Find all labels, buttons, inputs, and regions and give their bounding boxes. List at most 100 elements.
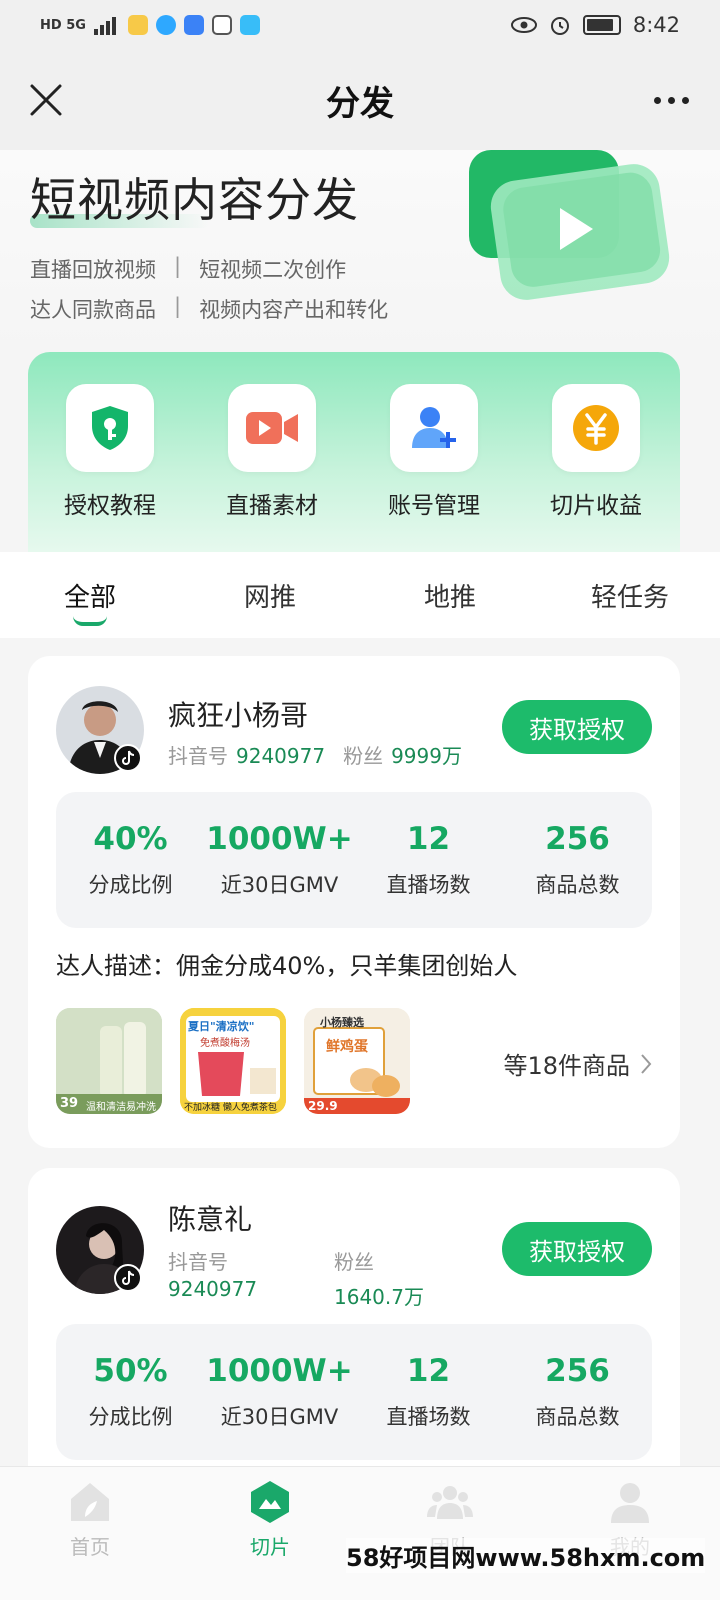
close-icon (30, 84, 62, 116)
stat-label: 分成比例 (88, 1405, 173, 1429)
category-tabs: 全部 网推 地推 轻任务 (0, 552, 720, 638)
tab-label: 轻任务 (590, 582, 669, 613)
product-brand: 小杨臻选 (320, 1016, 364, 1029)
bottom-navigation: 首页 切片 团队 我的 (0, 1466, 720, 1600)
quick-action-live-material[interactable]: 直播素材 (212, 384, 332, 520)
get-authorization-button[interactable]: 获取授权 (502, 1222, 652, 1276)
profile-icon (611, 1483, 649, 1523)
chevron-right-icon (641, 1053, 652, 1074)
watermark-text: 58好项目网www.58hxm.com (346, 1538, 706, 1573)
stat-value: 256 (545, 1353, 610, 1389)
influencer-card[interactable]: 疯狂小杨哥 抖音号 9240977 粉丝 9999万 获取授权 40% 分成比例… (28, 656, 680, 1148)
douyin-id: 9240977 (168, 1277, 258, 1301)
quick-action-label: 切片收益 (550, 493, 642, 519)
tab-all[interactable]: 全部 (0, 552, 180, 638)
influencer-name: 疯狂小杨哥 (168, 699, 309, 732)
stat-gmv: 1000W+ 近30日GMV (205, 792, 354, 928)
stat-value: 12 (406, 821, 451, 857)
nav-slice[interactable]: 切片 (180, 1467, 360, 1600)
hero-title: 短视频内容分发 (30, 173, 359, 227)
stat-live-sessions: 12 直播场数 (354, 1324, 503, 1460)
fans-label: 粉丝 (343, 744, 384, 768)
clock: 8:42 (632, 13, 680, 37)
product-price: 39 (60, 1096, 79, 1111)
product-price: 29.9 (308, 1099, 338, 1113)
cloud-icon (183, 15, 204, 35)
more-products-link[interactable]: 等18件商品 (503, 1046, 652, 1081)
fans-block: 粉丝 1640.7万 (334, 1246, 424, 1310)
tab-label: 全部 (63, 582, 116, 613)
stat-label: 近30日GMV (220, 1405, 339, 1429)
nav-profile[interactable]: 我的 (540, 1467, 720, 1600)
product-headline: 夏日"清凉饮" (188, 1020, 255, 1033)
app-icon (155, 15, 176, 35)
video-play-illustration (469, 150, 670, 300)
stat-label: 分成比例 (88, 873, 173, 897)
stat-label: 商品总数 (535, 873, 620, 897)
douyin-id-block: 抖音号 9240977 (168, 1246, 257, 1301)
feature-text: 短视频二次创作 (199, 258, 347, 282)
stat-commission: 50% 分成比例 (56, 1324, 205, 1460)
more-dot-icon (653, 96, 661, 104)
nav-label: 切片 (250, 1535, 290, 1559)
stat-gmv: 1000W+ 近30日GMV (205, 1324, 354, 1460)
stat-label: 商品总数 (535, 1405, 620, 1429)
tab-label: 地推 (423, 582, 476, 613)
tab-offline-promo[interactable]: 地推 (360, 552, 540, 638)
key-shield-icon (92, 406, 128, 450)
stat-value: 256 (545, 821, 610, 857)
quick-action-account-management[interactable]: 账号管理 (374, 384, 494, 520)
status-bar: HD 5G 8:42 (0, 0, 720, 50)
get-authorization-button[interactable]: 获取授权 (502, 700, 652, 754)
stat-commission: 40% 分成比例 (56, 792, 205, 928)
add-user-icon (412, 407, 456, 448)
douyin-badge-icon (114, 1264, 142, 1292)
alarm-icon (550, 17, 569, 35)
app-icon (127, 15, 148, 35)
signal-icon (93, 17, 116, 35)
status-left: HD 5G (40, 15, 260, 35)
nav-home[interactable]: 首页 (0, 1467, 180, 1600)
quick-action-label: 直播素材 (226, 493, 318, 519)
tab-active-indicator (73, 616, 107, 626)
hand-icon (211, 15, 232, 35)
influencer-card[interactable]: 陈意礼 抖音号 9240977 粉丝 1640.7万 获取授权 50% 分成比例… (28, 1168, 680, 1488)
stat-value: 1000W+ (206, 1353, 353, 1389)
network-label: HD 5G (40, 17, 86, 33)
douyin-id-label: 抖音号 (168, 1250, 228, 1274)
hero-banner: 短视频内容分发 直播回放视频 | 短视频二次创作 达人同款商品 | 视频内容产出… (0, 150, 720, 350)
more-button[interactable] (646, 78, 696, 122)
product-thumbnail[interactable]: 39 温和清洁易冲洗 (56, 1008, 162, 1114)
stats-box: 40% 分成比例 1000W+ 近30日GMV 12 直播场数 256 商品总数 (56, 792, 652, 928)
stat-products: 256 商品总数 (503, 792, 652, 928)
stat-products: 256 商品总数 (503, 1324, 652, 1460)
fans-label: 粉丝 (334, 1250, 374, 1274)
hero-line-1: 直播回放视频 | 短视频二次创作 (30, 254, 346, 284)
quick-action-icon-box (66, 384, 154, 472)
feature-text: 视频内容产出和转化 (199, 298, 389, 322)
quick-action-label: 授权教程 (64, 493, 156, 519)
tab-label: 网推 (243, 582, 296, 613)
stat-value: 50% (93, 1353, 168, 1389)
nav-label: 首页 (70, 1535, 110, 1559)
quick-action-auth-tutorial[interactable]: 授权教程 (50, 384, 170, 520)
quick-action-icon-box (390, 384, 478, 472)
product-thumbnail[interactable]: 小杨臻选 鲜鸡蛋 29.9 (304, 1008, 410, 1114)
nav-team[interactable]: 团队 (360, 1467, 540, 1600)
tab-online-promo[interactable]: 网推 (180, 552, 360, 638)
quick-action-slice-earnings[interactable]: 切片收益 (536, 384, 656, 520)
product-thumbnail[interactable]: 夏日"清凉饮" 免煮酸梅汤 不加冰糖 懒人免煮茶包 (180, 1008, 286, 1114)
separator: | (174, 254, 182, 278)
influencer-name: 陈意礼 (168, 1203, 253, 1236)
douyin-badge-icon (114, 744, 142, 772)
influencer-description: 达人描述：佣金分成40%，只羊集团创始人 (56, 952, 518, 980)
close-button[interactable] (24, 78, 68, 122)
fans-count: 9999万 (391, 744, 462, 768)
douyin-id: 9240977 (236, 744, 326, 768)
stat-label: 近30日GMV (220, 873, 339, 897)
eye-icon (510, 17, 537, 33)
product-caption: 温和清洁易冲洗 (86, 1102, 156, 1113)
team-icon (427, 1486, 473, 1519)
tab-light-task[interactable]: 轻任务 (540, 552, 720, 638)
page-title: 分发 (326, 83, 394, 124)
